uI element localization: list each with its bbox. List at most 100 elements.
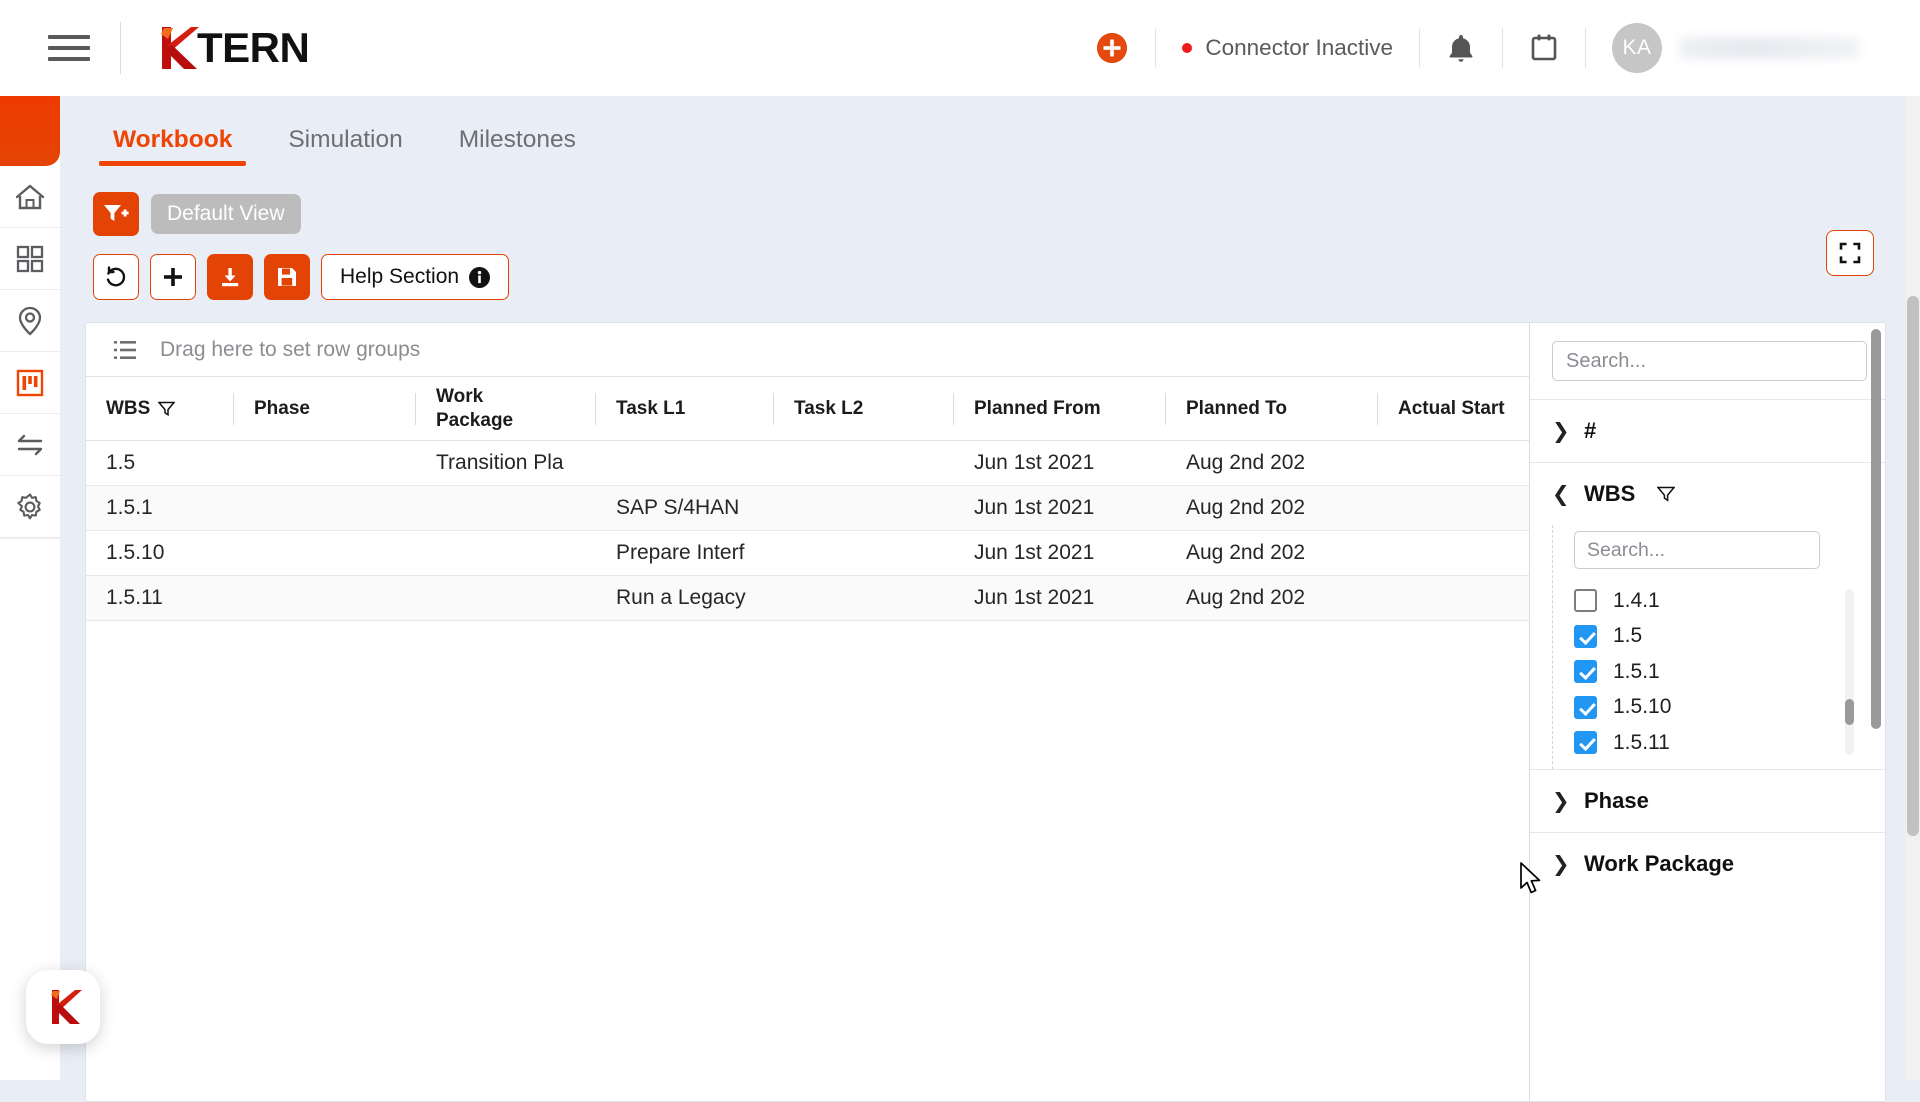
column-header-task-l2[interactable]: Task L2	[774, 377, 954, 441]
cell-work-package: Transition Pla	[416, 441, 596, 486]
chevron-right-icon: ❯	[1552, 419, 1568, 444]
checkbox-label: 1.5.11	[1613, 731, 1670, 755]
chevron-right-icon: ❯	[1552, 789, 1568, 814]
cell-planned-from: Jun 1st 2021	[954, 531, 1166, 576]
cell-planned-to: Aug 2nd 202	[1166, 441, 1378, 486]
help-section-button[interactable]: Help Section	[321, 254, 509, 300]
wbs-filter-search-input[interactable]	[1574, 531, 1820, 569]
connector-status[interactable]: Connector Inactive	[1182, 35, 1393, 61]
column-header-phase[interactable]: Phase	[234, 377, 416, 441]
user-menu[interactable]: KA	[1612, 23, 1920, 73]
header-divider	[120, 22, 121, 74]
sidebar-item-location[interactable]	[0, 290, 60, 352]
cell-planned-from: Jun 1st 2021	[954, 576, 1166, 621]
column-header-label: Phase	[254, 398, 310, 420]
filter-group-label: Phase	[1584, 788, 1649, 814]
sidebar-item-apps[interactable]	[0, 228, 60, 290]
tab-simulation[interactable]: Simulation	[260, 128, 430, 167]
sidebar-item-transfer[interactable]	[0, 414, 60, 476]
page-scroll-thumb[interactable]	[1907, 296, 1919, 836]
cell-phase	[234, 441, 416, 486]
fullscreen-button[interactable]	[1826, 230, 1874, 276]
notifications-button[interactable]	[1446, 32, 1476, 64]
plus-icon	[161, 265, 185, 289]
column-header-label: WBS	[106, 398, 150, 420]
checkbox-label: 1.5	[1613, 624, 1642, 648]
filter-group-phase[interactable]: ❯ Phase	[1530, 769, 1885, 832]
project-board-icon	[16, 369, 44, 397]
list-item[interactable]: 1.5.11	[1574, 725, 1854, 757]
wbs-filter-options[interactable]: 1.4.1 1.5 1.5.1 1.5.10	[1574, 583, 1854, 757]
cell-planned-to: Aug 2nd 202	[1166, 531, 1378, 576]
filter-group-number[interactable]: ❯ #	[1530, 399, 1885, 462]
checkbox-label: 1.4.1	[1613, 589, 1660, 613]
refresh-button[interactable]	[93, 254, 139, 300]
checkbox[interactable]	[1574, 625, 1597, 648]
assistant-fab-button[interactable]	[26, 970, 100, 1044]
cell-planned-from: Jun 1st 2021	[954, 441, 1166, 486]
undo-icon	[104, 265, 128, 289]
tool-panel-scrollbar[interactable]	[1871, 329, 1881, 729]
cell-wbs: 1.5	[86, 441, 234, 486]
sidebar-active-indicator	[0, 96, 60, 166]
calendar-icon	[1529, 32, 1559, 64]
cell-task-l1: SAP S/4HAN	[596, 486, 774, 531]
filter-list-scrollbar[interactable]	[1845, 589, 1854, 755]
download-icon	[218, 265, 242, 289]
column-header-label: Work Package	[436, 385, 532, 433]
filters-tool-panel: ❯ # ❮ WBS 1.4.1	[1529, 323, 1885, 1102]
page-scrollbar[interactable]	[1906, 96, 1920, 1080]
header-divider	[1502, 28, 1503, 68]
chevron-right-icon: ❯	[1552, 852, 1568, 877]
save-icon	[276, 266, 298, 288]
default-view-chip[interactable]: Default View	[151, 194, 301, 234]
list-item[interactable]: 1.4.1	[1574, 583, 1854, 619]
tool-panel-search-input[interactable]	[1552, 341, 1867, 381]
filter-icon	[158, 401, 175, 416]
add-button[interactable]	[1097, 33, 1127, 63]
checkbox[interactable]	[1574, 660, 1597, 683]
logo-text: TERN	[197, 27, 309, 69]
cell-task-l1: Prepare Interf	[596, 531, 774, 576]
checkbox[interactable]	[1574, 696, 1597, 719]
tab-workbook[interactable]: Workbook	[85, 128, 260, 167]
column-header-planned-from[interactable]: Planned From	[954, 377, 1166, 441]
save-button[interactable]	[264, 254, 310, 300]
app-logo[interactable]: TERN	[157, 18, 309, 78]
header-actions: Connector Inactive KA	[1097, 0, 1920, 96]
checkbox[interactable]	[1574, 589, 1597, 612]
sidebar-item-home[interactable]	[0, 166, 60, 228]
fullscreen-icon	[1838, 241, 1862, 265]
sidebar-item-settings[interactable]	[0, 476, 60, 538]
column-header-wbs[interactable]: WBS	[86, 377, 234, 441]
transfer-arrows-icon	[15, 433, 45, 457]
list-item[interactable]: 1.5	[1574, 619, 1854, 655]
filter-indent-line	[1552, 525, 1553, 769]
list-item[interactable]: 1.5.10	[1574, 690, 1854, 726]
checkbox-label: 1.5.1	[1613, 660, 1660, 684]
download-button[interactable]	[207, 254, 253, 300]
list-item[interactable]: 1.5.1	[1574, 654, 1854, 690]
filter-list-scroll-thumb[interactable]	[1845, 699, 1854, 725]
sidebar-item-projects[interactable]	[0, 352, 60, 414]
cell-task-l2	[774, 531, 954, 576]
calendar-button[interactable]	[1529, 32, 1559, 64]
tab-milestones[interactable]: Milestones	[431, 128, 604, 167]
cell-wbs: 1.5.1	[86, 486, 234, 531]
row-group-icon	[112, 338, 138, 362]
action-buttons: Help Section	[93, 254, 1920, 300]
add-filter-button[interactable]	[93, 192, 139, 236]
filter-group-wbs[interactable]: ❮ WBS	[1530, 462, 1885, 525]
column-header-task-l1[interactable]: Task L1	[596, 377, 774, 441]
wbs-filter-body: 1.4.1 1.5 1.5.1 1.5.10	[1530, 525, 1885, 769]
cell-task-l2	[774, 441, 954, 486]
filter-group-work-package[interactable]: ❯ Work Package	[1530, 832, 1885, 895]
row-group-placeholder: Drag here to set row groups	[160, 338, 420, 362]
hamburger-icon[interactable]	[48, 31, 90, 65]
column-header-work-package[interactable]: Work Package	[416, 377, 596, 441]
add-row-button[interactable]	[150, 254, 196, 300]
column-header-planned-to[interactable]: Planned To	[1166, 377, 1378, 441]
checkbox[interactable]	[1574, 731, 1597, 754]
status-dot-icon	[1182, 43, 1192, 53]
tool-panel-tabs: Columns Filters	[1885, 323, 1886, 1102]
